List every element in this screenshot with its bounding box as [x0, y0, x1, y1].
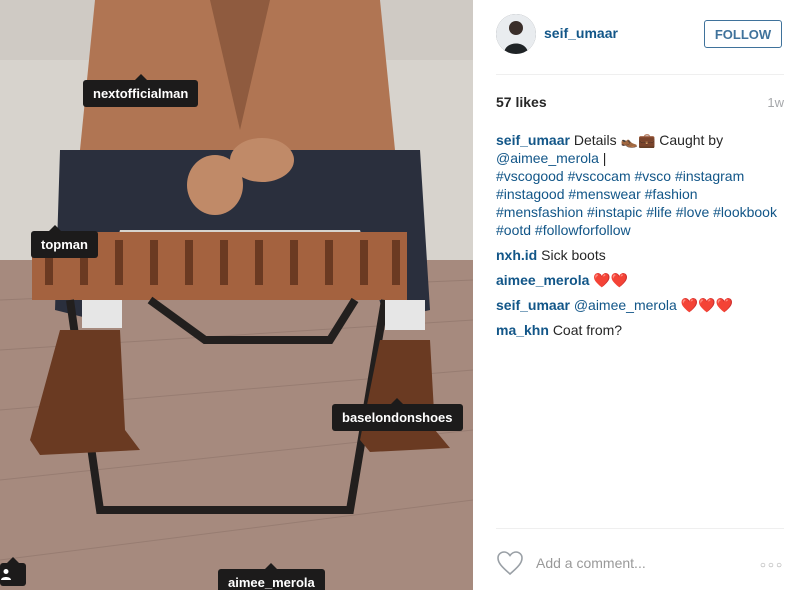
person-icon [1, 569, 11, 580]
comment-text: Sick boots [541, 247, 606, 263]
caption-separator: | [598, 150, 607, 166]
comment-item: ma_khn Coat from? [496, 321, 784, 339]
follow-button[interactable]: FOLLOW [704, 20, 782, 48]
caption-text: Details 👞💼 Caught by [573, 132, 724, 148]
comment-mention[interactable]: @aimee_merola [574, 297, 677, 313]
comment-username[interactable]: ma_khn [496, 322, 549, 338]
post-header: seif_umaar FOLLOW [496, 14, 784, 75]
caption-mention[interactable]: @aimee_merola [496, 150, 599, 166]
caption-username[interactable]: seif_umaar [496, 132, 570, 148]
comment-item: nxh.id Sick boots [496, 246, 784, 264]
comment-item: seif_umaar @aimee_merola ❤️❤️❤️ [496, 296, 784, 314]
post-container: nextofficialman topman baselondonshoes a… [0, 0, 801, 590]
comment-username[interactable]: aimee_merola [496, 272, 589, 288]
post-time[interactable]: 1w [767, 95, 784, 110]
tagged-users-button[interactable] [0, 557, 26, 586]
caption-hashtags[interactable]: #vscogood #vscocam #vsco #instagram #ins… [496, 168, 777, 238]
likes-count[interactable]: 57 likes [496, 94, 547, 110]
post-sidebar: seif_umaar FOLLOW 57 likes 1w seif_umaar… [473, 0, 801, 590]
avatar-image [496, 14, 536, 54]
comments-list: seif_umaar Details 👞💼 Caught by @aimee_m… [496, 131, 784, 346]
comment-username[interactable]: nxh.id [496, 247, 537, 263]
post-username[interactable]: seif_umaar [544, 25, 618, 41]
comment-username[interactable]: seif_umaar [496, 297, 570, 313]
more-options-icon[interactable]: ○○○ [760, 560, 784, 571]
add-comment-input[interactable]: Add a comment... [536, 555, 646, 571]
photo-illustration [0, 0, 473, 590]
comment-item: aimee_merola ❤️❤️ [496, 271, 784, 289]
photo-tag-topman[interactable]: topman [31, 225, 98, 258]
avatar[interactable] [496, 14, 536, 54]
photo-tag-baselondonshoes[interactable]: baselondonshoes [332, 398, 463, 431]
post-photo[interactable]: nextofficialman topman baselondonshoes a… [0, 0, 473, 590]
heart-icon[interactable] [496, 550, 524, 576]
caption: seif_umaar Details 👞💼 Caught by @aimee_m… [496, 131, 784, 239]
comment-text: ❤️❤️ [593, 272, 629, 288]
comment-text: Coat from? [552, 322, 623, 338]
photo-tag-nextofficialman[interactable]: nextofficialman [83, 74, 199, 107]
post-footer: Add a comment... ○○○ [496, 528, 784, 591]
photo-tag-aimee-merola[interactable]: aimee_merola [218, 563, 325, 590]
comment-text: ❤️❤️❤️ [676, 297, 733, 313]
